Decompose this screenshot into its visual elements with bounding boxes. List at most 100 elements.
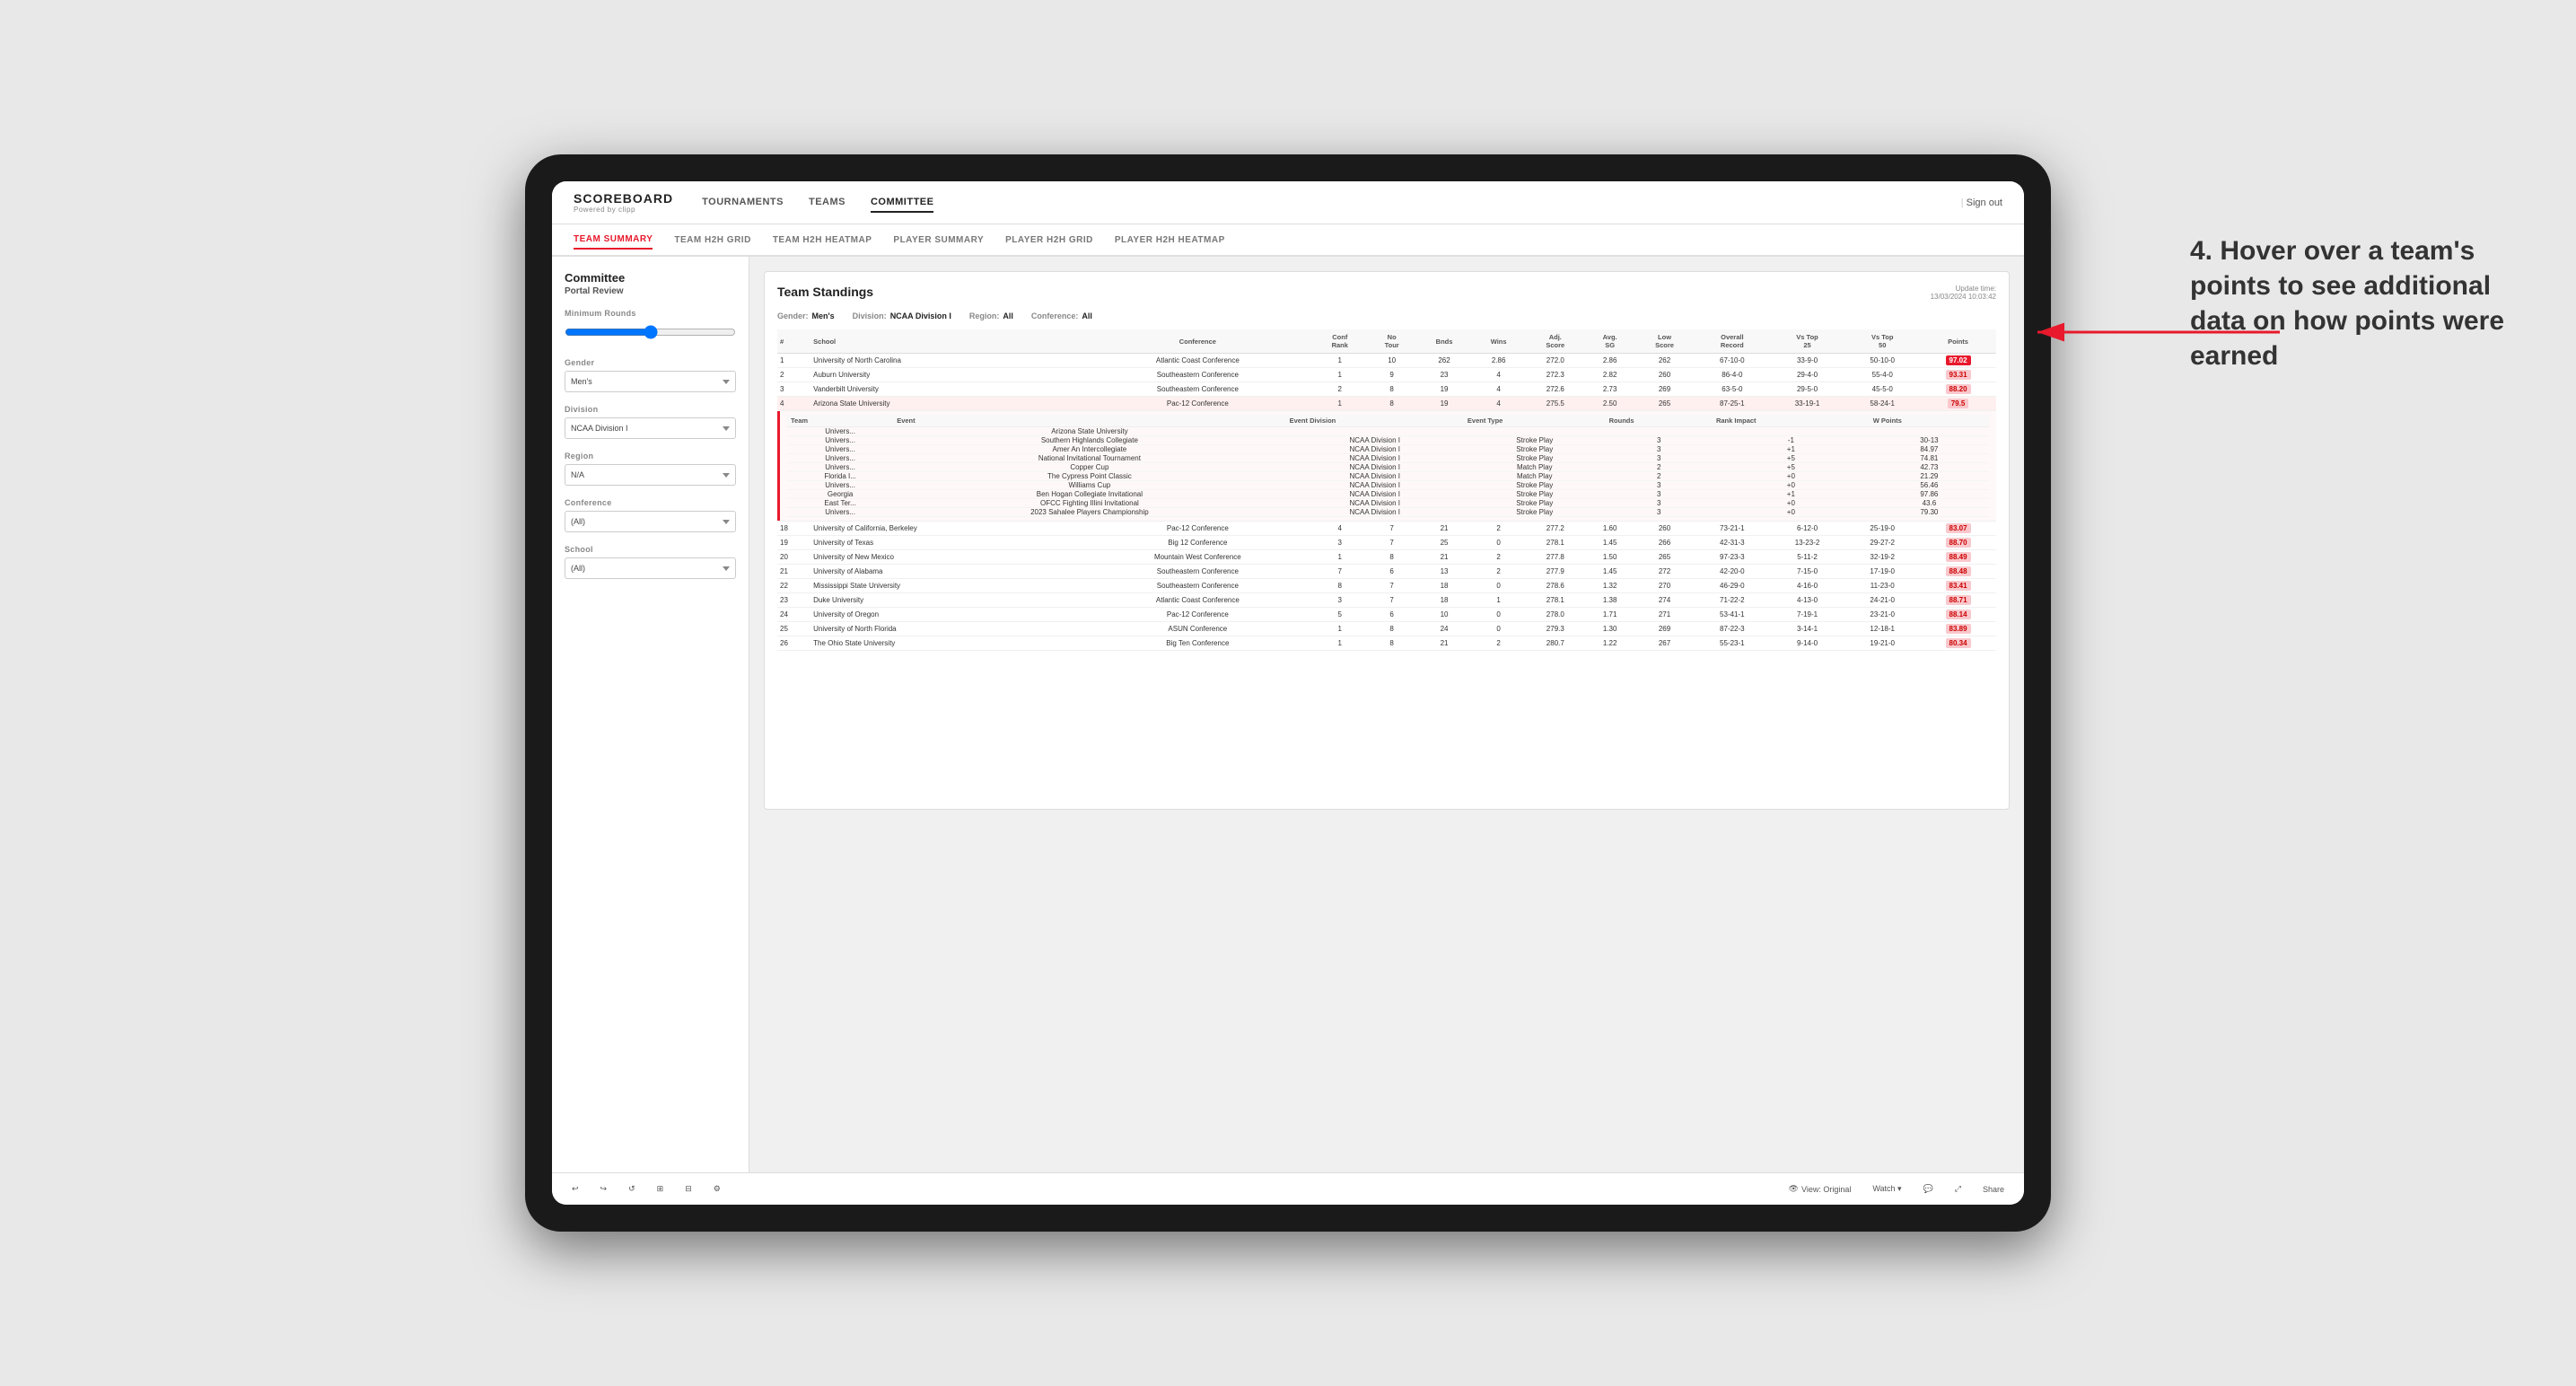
col-school: School	[810, 329, 1082, 354]
sidebar-min-rounds: Minimum Rounds	[565, 309, 736, 346]
copy-button[interactable]: ⊞	[652, 1181, 670, 1197]
update-time: Update time: 13/03/2024 10:03:42	[1931, 285, 1996, 301]
expanded-tooltip-row: Team Event Event Division Event Type Rou…	[777, 411, 1996, 522]
table-row: 22 Mississippi State University Southeas…	[777, 579, 1996, 593]
filter-division: Division: NCAA Division I	[853, 311, 951, 320]
tab-player-h2h-grid[interactable]: PLAYER H2H GRID	[1005, 232, 1093, 249]
sidebar-conference-label: Conference	[565, 498, 736, 507]
col-conf-rank: ConfRank	[1312, 329, 1367, 354]
tab-team-h2h-grid[interactable]: TEAM H2H GRID	[674, 232, 750, 249]
view-icon: 👁	[1789, 1184, 1799, 1194]
sidebar-region: Region N/A	[565, 452, 736, 486]
table-row: 2 Auburn University Southeastern Confere…	[777, 368, 1996, 382]
sidebar-school-label: School	[565, 545, 736, 554]
tab-team-h2h-heatmap[interactable]: TEAM H2H HEATMAP	[773, 232, 872, 249]
school-select[interactable]: (All)	[565, 557, 736, 579]
tab-player-h2h-heatmap[interactable]: PLAYER H2H HEATMAP	[1115, 232, 1225, 249]
annotation-box: 4. Hover over a team's points to see add…	[2190, 233, 2549, 373]
filter-conference: Conference: All	[1031, 311, 1092, 320]
sidebar-division: Division NCAA Division I	[565, 405, 736, 439]
sub-table-row: Univers... Copper Cup NCAA Division I Ma…	[787, 463, 1989, 472]
table-row-highlighted: 4 Arizona State University Pac-12 Confer…	[777, 397, 1996, 411]
top-navigation: SCOREBOARD Powered by clipp TOURNAMENTS …	[552, 181, 2024, 224]
sub-table-row: Georgia Ben Hogan Collegiate Invitationa…	[787, 490, 1989, 499]
sub-table: Team Event Event Division Event Type Rou…	[787, 415, 1989, 517]
col-adj-score: Adj.Score	[1525, 329, 1585, 354]
watch-button[interactable]: Watch ▾	[1867, 1181, 1906, 1197]
col-conference: Conference	[1082, 329, 1312, 354]
sidebar-gender-label: Gender	[565, 358, 736, 367]
app-logo-sub: Powered by clipp	[574, 206, 673, 214]
sub-table-row: Univers... Williams Cup NCAA Division I …	[787, 481, 1989, 490]
sidebar-portal-title: Committee	[565, 271, 736, 285]
sub-navigation: TEAM SUMMARY TEAM H2H GRID TEAM H2H HEAT…	[552, 224, 2024, 257]
view-original-button[interactable]: 👁 View: Original	[1783, 1181, 1857, 1197]
share-button[interactable]: Share	[1977, 1182, 2010, 1197]
sub-table-row: East Ter... OFCC Fighting Illini Invitat…	[787, 499, 1989, 508]
sign-out-button[interactable]: Sign out	[1961, 197, 2002, 208]
table-row: 18 University of California, Berkeley Pa…	[777, 522, 1996, 536]
settings-button[interactable]: ⚙	[708, 1181, 726, 1197]
bottom-toolbar: ↩ ↪ ↺ ⊞ ⊟ ⚙ 👁 View: Original Watch ▾ 💬 ⤢…	[552, 1172, 2024, 1205]
col-wins: Wins	[1472, 329, 1525, 354]
nav-tournaments[interactable]: TOURNAMENTS	[702, 193, 784, 213]
sidebar-conference: Conference (All)	[565, 498, 736, 532]
filter-row: Gender: Men's Division: NCAA Division I …	[777, 311, 1996, 320]
table-row: 1 University of North Carolina Atlantic …	[777, 354, 1996, 368]
sidebar-division-label: Division	[565, 405, 736, 414]
annotation-arrow	[2028, 305, 2298, 359]
reset-button[interactable]: ↺	[623, 1181, 641, 1197]
tablet-screen: SCOREBOARD Powered by clipp TOURNAMENTS …	[552, 181, 2024, 1205]
sub-table-row: Univers... Amer An Intercollegiate NCAA …	[787, 445, 1989, 454]
paste-button[interactable]: ⊟	[679, 1181, 697, 1197]
min-rounds-slider[interactable]	[565, 321, 736, 343]
expanded-content: Team Event Event Division Event Type Rou…	[777, 411, 1996, 521]
nav-committee[interactable]: COMMITTEE	[871, 193, 934, 213]
tablet-device: SCOREBOARD Powered by clipp TOURNAMENTS …	[525, 154, 2051, 1232]
table-row: 23 Duke University Atlantic Coast Confer…	[777, 593, 1996, 608]
sub-table-row: Univers... National Invitational Tournam…	[787, 454, 1989, 463]
sidebar-gender: Gender Men's Women's	[565, 358, 736, 392]
col-overall: OverallRecord	[1695, 329, 1770, 354]
gender-select[interactable]: Men's Women's	[565, 371, 736, 392]
table-row: 20 University of New Mexico Mountain Wes…	[777, 550, 1996, 565]
table-row: 26 The Ohio State University Big Ten Con…	[777, 636, 1996, 651]
filter-region: Region: All	[969, 311, 1013, 320]
standings-table: # School Conference ConfRank NoTour Bnds…	[777, 329, 1996, 651]
division-select[interactable]: NCAA Division I	[565, 417, 736, 439]
data-panel: Team Standings Update time: 13/03/2024 1…	[764, 271, 2010, 810]
col-vs50: Vs Top50	[1844, 329, 1920, 354]
col-low-score: LowScore	[1634, 329, 1695, 354]
region-select[interactable]: N/A	[565, 464, 736, 486]
tab-player-summary[interactable]: PLAYER SUMMARY	[893, 232, 984, 249]
tab-team-summary[interactable]: TEAM SUMMARY	[574, 231, 653, 250]
redo-button[interactable]: ↪	[595, 1181, 613, 1197]
sidebar-min-rounds-label: Minimum Rounds	[565, 309, 736, 318]
conference-select[interactable]: (All)	[565, 511, 736, 532]
data-area: Team Standings Update time: 13/03/2024 1…	[749, 257, 2024, 1172]
logo-area: SCOREBOARD Powered by clipp	[574, 191, 673, 214]
col-avg-sg: Avg.SG	[1585, 329, 1634, 354]
main-content: Committee Portal Review Minimum Rounds G…	[552, 257, 2024, 1172]
table-row: 21 University of Alabama Southeastern Co…	[777, 565, 1996, 579]
panel-title: Team Standings	[777, 285, 873, 299]
col-bnds: Bnds	[1416, 329, 1472, 354]
sidebar-school: School (All)	[565, 545, 736, 579]
sidebar: Committee Portal Review Minimum Rounds G…	[552, 257, 749, 1172]
sidebar-region-label: Region	[565, 452, 736, 461]
nav-teams[interactable]: TEAMS	[809, 193, 846, 213]
col-vs25: Vs Top25	[1770, 329, 1845, 354]
undo-button[interactable]: ↩	[566, 1181, 584, 1197]
sub-table-row: Univers... Southern Highlands Collegiate…	[787, 436, 1989, 445]
table-row: 19 University of Texas Big 12 Conference…	[777, 536, 1996, 550]
main-nav-items: TOURNAMENTS TEAMS COMMITTEE	[702, 193, 1961, 213]
expand-button[interactable]: ⤢	[1950, 1181, 1967, 1197]
panel-header: Team Standings Update time: 13/03/2024 1…	[777, 285, 1996, 301]
sidebar-portal-title-section: Committee Portal Review	[565, 271, 736, 296]
table-row: 3 Vanderbilt University Southeastern Con…	[777, 382, 1996, 397]
sub-table-row: Univers... Arizona State University	[787, 427, 1989, 436]
sidebar-portal-sub: Portal Review	[565, 286, 736, 296]
sub-table-row: Florida I... The Cypress Point Classic N…	[787, 472, 1989, 481]
comment-button[interactable]: 💬	[1918, 1181, 1939, 1197]
sub-table-row: Univers... 2023 Sahalee Players Champion…	[787, 508, 1989, 517]
